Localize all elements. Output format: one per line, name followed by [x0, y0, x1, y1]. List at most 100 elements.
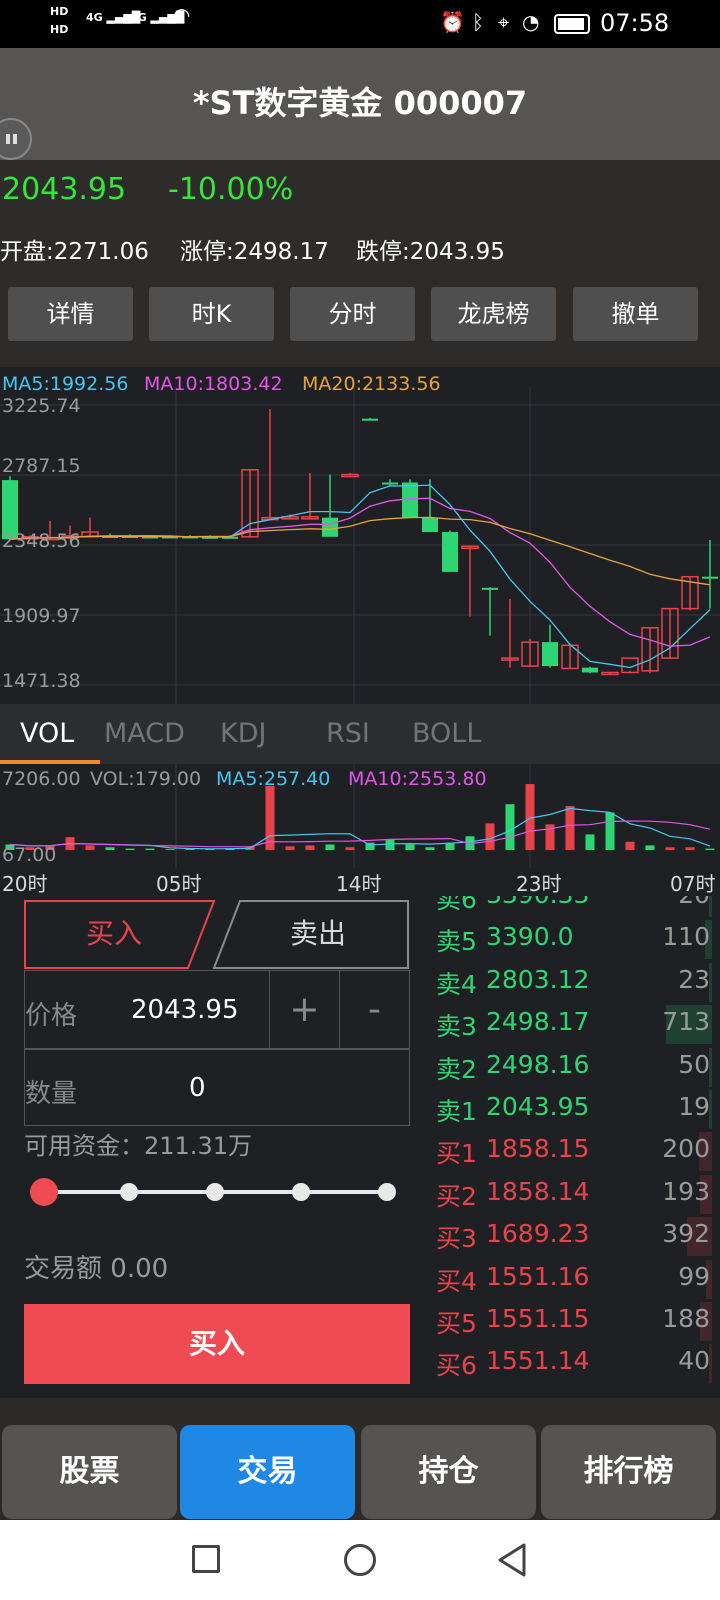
- time-label: 23时: [516, 872, 562, 896]
- quantity-input[interactable]: 0: [189, 1073, 206, 1103]
- ask-row[interactable]: 卖2 2498.16 50: [436, 1046, 712, 1089]
- candle: [542, 624, 558, 668]
- bid-row[interactable]: 买6 1551.14 40: [436, 1342, 712, 1385]
- slider-step-50[interactable]: [206, 1183, 224, 1201]
- candle: [341, 472, 359, 478]
- vol-ma10-line: [9, 820, 711, 848]
- candle: [702, 539, 718, 609]
- volume-bar: [505, 804, 515, 850]
- ask-row[interactable]: 卖5 3390.0 110: [436, 918, 712, 961]
- slider-step-75[interactable]: [292, 1183, 310, 1201]
- bid-row[interactable]: 买1 1858.15 200: [436, 1130, 712, 1173]
- slider-step-25[interactable]: [120, 1183, 138, 1201]
- candle: [641, 627, 659, 674]
- y-axis-label: 1471.38: [2, 670, 81, 692]
- tab-intraday[interactable]: 分时: [290, 287, 415, 341]
- volume-bar: [605, 812, 615, 850]
- time-label: 05时: [156, 872, 202, 896]
- bid-row[interactable]: 买2 1858.14 193: [436, 1173, 712, 1216]
- price-input[interactable]: 2043.95: [131, 995, 239, 1025]
- tab-details[interactable]: 详情: [8, 287, 133, 341]
- order-price: 1858.14: [486, 1176, 590, 1206]
- order-level: 卖6: [436, 896, 477, 914]
- nav-stocks[interactable]: 股票: [2, 1425, 177, 1519]
- vol-max-label: 7206.00: [2, 768, 81, 790]
- order-price: 2498.17: [486, 1007, 590, 1037]
- tab-dragon-tiger[interactable]: 龙虎榜: [431, 287, 556, 341]
- volume-bar: [645, 845, 655, 850]
- vol-min-label: 67.00: [2, 844, 57, 866]
- candle: [362, 417, 378, 421]
- back-icon[interactable]: [496, 1542, 528, 1578]
- order-price: 1858.15: [486, 1134, 590, 1164]
- nav-trade[interactable]: 交易: [180, 1425, 355, 1519]
- tab-macd[interactable]: MACD: [104, 718, 185, 749]
- candle: [261, 409, 279, 521]
- volume-bar: [145, 848, 155, 850]
- order-qty: 110: [662, 922, 710, 952]
- order-price: 1551.16: [486, 1261, 590, 1291]
- limit-down-price: 跌停:2043.95: [356, 239, 505, 265]
- tab-vol[interactable]: VOL: [20, 718, 74, 749]
- order-price: 2043.95: [486, 1092, 590, 1121]
- ma5-label: MA5:1992.56: [2, 373, 129, 395]
- volume-bar: [85, 845, 95, 850]
- candle: [521, 638, 539, 667]
- bottom-nav: 股票 交易 持仓 排行榜: [0, 1398, 720, 1520]
- page-title: *ST数字黄金 000007: [192, 84, 528, 122]
- ask-row[interactable]: 卖4 2803.12 23: [436, 961, 712, 1004]
- order-price: 1551.15: [486, 1304, 590, 1333]
- tab-cancel-order[interactable]: 撤单: [573, 287, 698, 341]
- bid-row[interactable]: 买5 1551.15 188: [436, 1300, 712, 1343]
- ask-row[interactable]: 卖6 3390.33 20: [436, 896, 712, 919]
- submit-buy-button[interactable]: 买入: [24, 1304, 410, 1384]
- volume-chart[interactable]: 7206.00 VOL:179.00 MA5:257.40 MA10:2553.…: [0, 764, 720, 896]
- price-field[interactable]: 价格 2043.95 + -: [24, 970, 410, 1050]
- hd1-icon: HD: [50, 5, 69, 18]
- price-minus-button[interactable]: -: [339, 971, 409, 1049]
- system-nav-bar: [0, 1520, 720, 1600]
- order-qty: 99: [678, 1261, 710, 1291]
- sell-tab[interactable]: 卖出: [226, 900, 410, 968]
- order-qty: 188: [662, 1304, 710, 1333]
- volume-bar: [185, 849, 195, 850]
- volume-bar: [705, 848, 715, 850]
- quantity-field[interactable]: 数量 0: [24, 1048, 410, 1126]
- volume-bar: [625, 841, 635, 850]
- time-label: 20时: [2, 872, 48, 896]
- tab-boll[interactable]: BOLL: [412, 718, 481, 749]
- volume-bar: [425, 847, 435, 850]
- tab-kdj[interactable]: KDJ: [220, 718, 266, 749]
- change-percent: -10.00%: [168, 172, 294, 207]
- home-icon[interactable]: [344, 1544, 376, 1576]
- tab-hourly-k[interactable]: 时K: [149, 287, 274, 341]
- kline-chart[interactable]: MA5:1992.56 MA10:1803.42 MA20:2133.56 32…: [0, 367, 720, 704]
- tab-rsi[interactable]: RSI: [326, 718, 370, 749]
- order-level: 买1: [436, 1139, 477, 1169]
- bid-row[interactable]: 买4 1551.16 99: [436, 1258, 712, 1301]
- candle: [382, 479, 398, 486]
- candle: [422, 479, 438, 533]
- buy-tab[interactable]: 买入: [24, 900, 204, 968]
- volume-bar: [165, 849, 175, 850]
- slider-step-100[interactable]: [378, 1183, 396, 1201]
- volume-bar: [265, 785, 275, 850]
- y-axis-label: 1909.97: [2, 605, 81, 627]
- volume-bar: [285, 846, 295, 850]
- floating-pause-icon[interactable]: [0, 118, 32, 160]
- order-level: 买4: [436, 1266, 477, 1296]
- slider-handle[interactable]: [30, 1178, 58, 1206]
- open-price: 开盘:2271.06: [0, 239, 149, 265]
- recents-icon[interactable]: [192, 1545, 220, 1573]
- price-plus-button[interactable]: +: [269, 971, 339, 1049]
- ask-row[interactable]: 卖3 2498.17 713: [436, 1003, 712, 1046]
- volume-bar: [685, 847, 695, 850]
- bid-row[interactable]: 买3 1689.23 392: [436, 1215, 712, 1258]
- ask-row[interactable]: 卖1 2043.95 19: [436, 1088, 712, 1131]
- nav-ranking[interactable]: 排行榜: [541, 1425, 716, 1519]
- time-label: 07时: [670, 872, 716, 896]
- order-price: 2498.16: [486, 1049, 590, 1079]
- candle: [501, 599, 519, 668]
- vol-value-label: VOL:179.00: [90, 768, 202, 790]
- nav-positions[interactable]: 持仓: [361, 1425, 536, 1519]
